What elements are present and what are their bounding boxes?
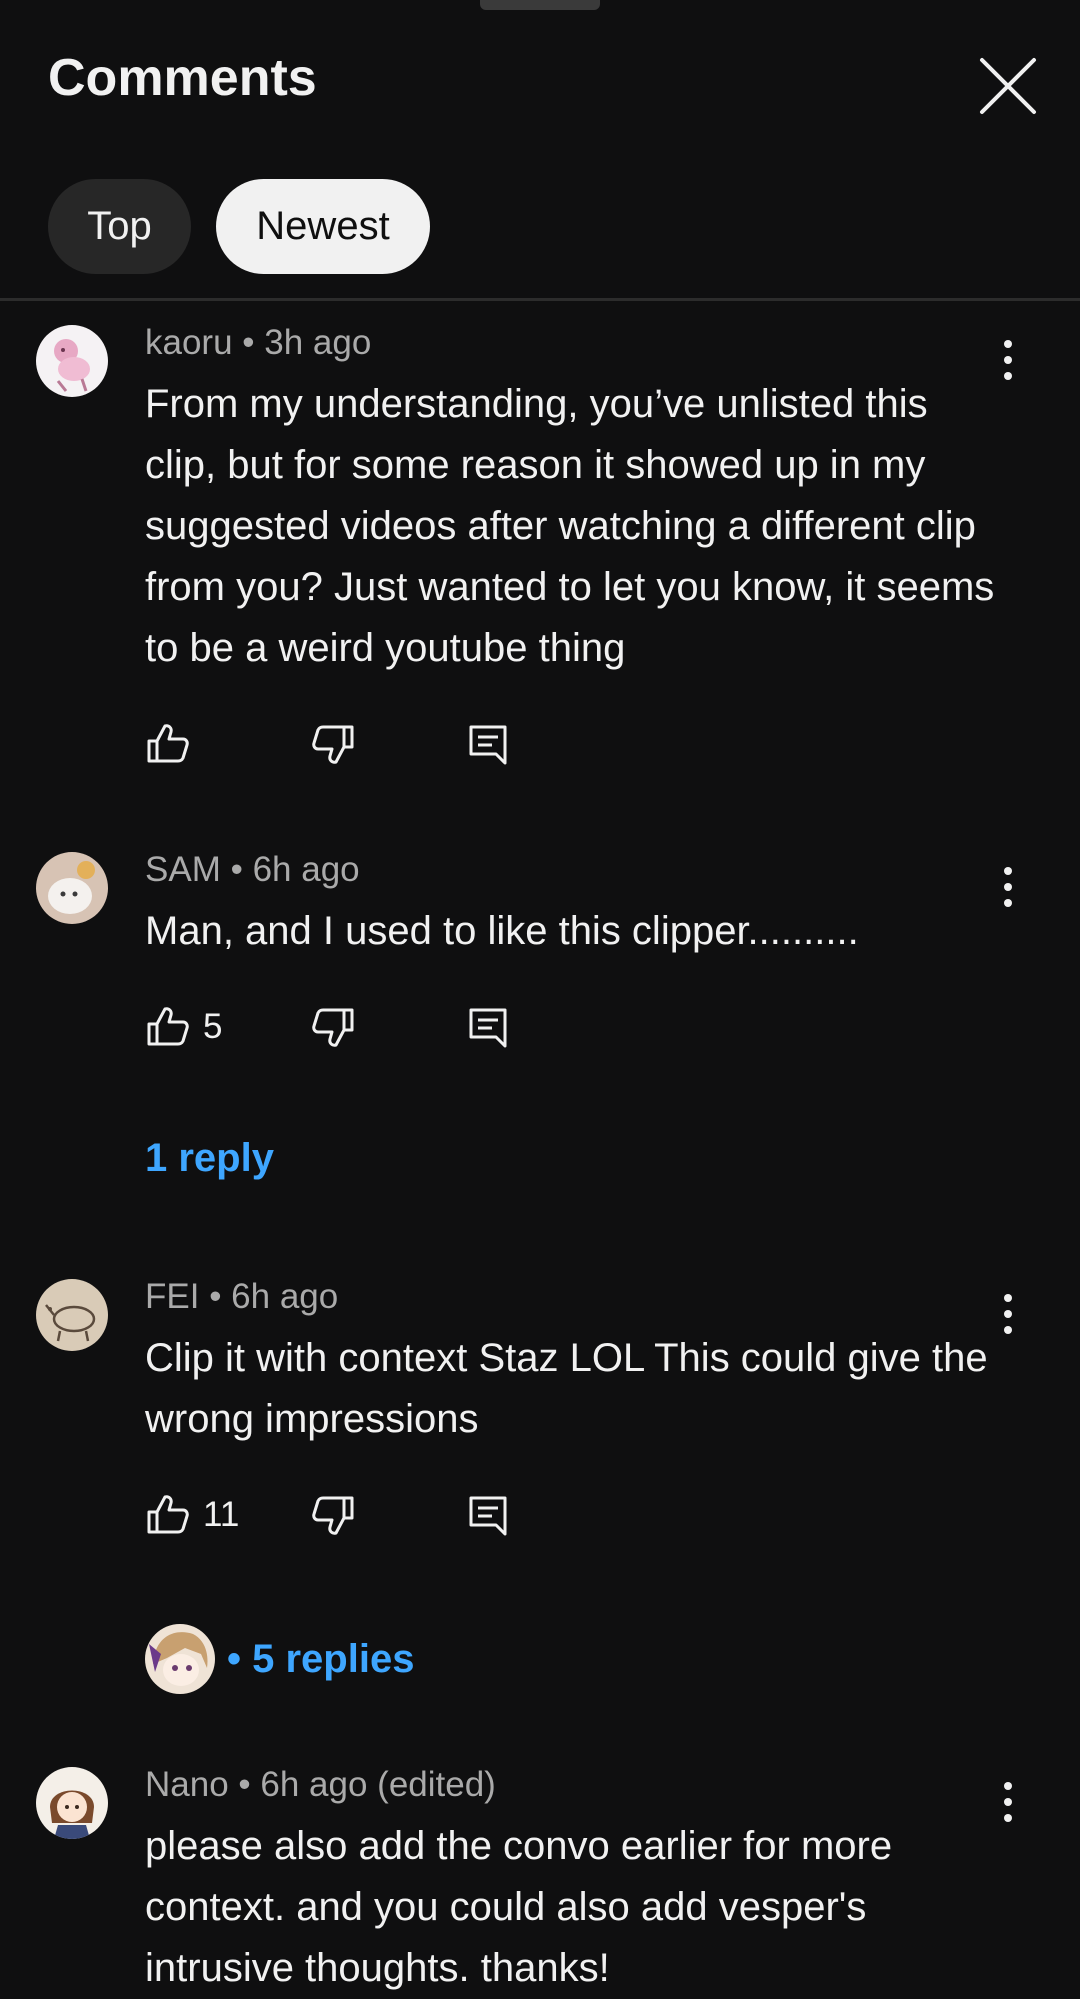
thumbs-up-icon	[147, 724, 189, 763]
comment-text: Man, and I used to like this clipper....…	[145, 909, 859, 953]
panel-title: Comments	[48, 49, 317, 107]
comment-meta: SAM • 6h ago	[145, 850, 360, 890]
reply-icon	[469, 725, 507, 765]
thumbs-up-icon	[147, 1007, 189, 1046]
comment-text: please also add the convo earlier for mo…	[145, 1824, 893, 1990]
chip-newest[interactable]: Newest	[216, 179, 430, 274]
avatar[interactable]	[36, 1279, 108, 1351]
like-count: 5	[203, 1007, 223, 1046]
chip-top[interactable]: Top	[48, 179, 191, 274]
avatar[interactable]	[36, 1767, 108, 1839]
meta-separator: •	[238, 1765, 261, 1804]
comment-time: 6h ago	[252, 850, 360, 889]
avatar[interactable]	[36, 852, 108, 924]
reply-avatar	[145, 1624, 215, 1694]
comment-time: 3h ago	[264, 323, 372, 362]
comment-author[interactable]: SAM	[145, 850, 221, 889]
comment-text: Clip it with context Staz LOL This could…	[145, 1336, 988, 1441]
reply-button[interactable]	[465, 997, 511, 1057]
comment-time: 6h ago	[231, 1277, 339, 1316]
close-icon[interactable]	[972, 50, 1044, 122]
replies-count: • 5 replies	[227, 1636, 415, 1681]
meta-separator: •	[242, 323, 265, 362]
dislike-button[interactable]	[310, 714, 356, 774]
meta-separator: •	[230, 850, 253, 889]
thumbs-down-icon	[312, 725, 354, 764]
like-count: 11	[203, 1495, 240, 1534]
reply-icon	[469, 1008, 507, 1048]
reply-button[interactable]	[465, 1485, 511, 1545]
header-divider	[0, 298, 1080, 301]
reply-icon	[469, 1496, 507, 1536]
comment-meta: Nano • 6h ago (edited)	[145, 1765, 496, 1805]
comment-text: From my understanding, you’ve unlisted t…	[145, 382, 995, 670]
like-button[interactable]: 11	[145, 1485, 239, 1545]
dislike-button[interactable]	[310, 997, 356, 1057]
comment-meta: FEI • 6h ago	[145, 1277, 338, 1317]
like-button[interactable]: 5	[145, 997, 222, 1057]
dislike-button[interactable]	[310, 1485, 356, 1545]
avatar[interactable]	[36, 325, 108, 397]
meta-separator: •	[209, 1277, 232, 1316]
comment-author[interactable]: kaoru	[145, 323, 233, 362]
like-button[interactable]	[145, 714, 191, 774]
thumbs-down-icon	[312, 1496, 354, 1535]
thumbs-up-icon	[147, 1495, 189, 1534]
drag-handle[interactable]	[480, 0, 600, 10]
view-replies-link[interactable]: 1 reply	[145, 1136, 274, 1181]
comment-time: 6h ago (edited)	[260, 1765, 496, 1804]
thumbs-down-icon	[312, 1008, 354, 1047]
sort-chips: Top Newest	[48, 179, 430, 274]
comment-author[interactable]: FEI	[145, 1277, 199, 1316]
comment-meta: kaoru • 3h ago	[145, 323, 371, 363]
reply-button[interactable]	[465, 714, 511, 774]
view-replies-link[interactable]: • 5 replies	[145, 1624, 414, 1694]
comment-author[interactable]: Nano	[145, 1765, 229, 1804]
